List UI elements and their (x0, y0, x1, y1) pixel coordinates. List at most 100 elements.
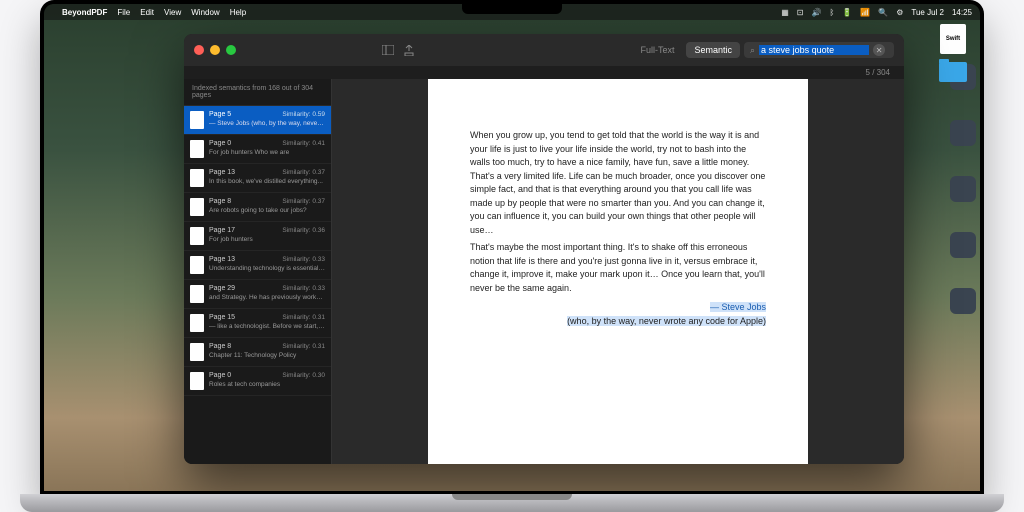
result-snippet: Roles at tech companies (209, 381, 325, 388)
result-snippet: In this book, we've distilled everything… (209, 178, 325, 185)
result-page: Page 0 (209, 372, 231, 379)
page-thumbnail-icon (190, 256, 204, 274)
result-page: Page 13 (209, 169, 235, 176)
result-snippet: For job hunters Who we are (209, 149, 325, 156)
result-page: Page 13 (209, 256, 235, 263)
menubar-time[interactable]: 14:25 (952, 8, 972, 17)
desktop-icons: Swift (936, 24, 970, 82)
result-page: Page 29 (209, 285, 235, 292)
page-thumbnail-icon (190, 198, 204, 216)
result-similarity: Similarity: 0.37 (282, 198, 325, 205)
result-similarity: Similarity: 0.59 (282, 111, 325, 118)
search-results-sidebar: Indexed semantics from 168 out of 304 pa… (184, 79, 332, 464)
sidebar-app-icon[interactable] (950, 288, 976, 314)
result-similarity: Similarity: 0.31 (282, 343, 325, 350)
volume-icon[interactable]: 🔊 (812, 8, 822, 17)
result-snippet: For job hunters (209, 236, 325, 243)
export-icon[interactable] (404, 45, 414, 56)
document-icon: Swift (940, 24, 966, 54)
page-thumbnail-icon (190, 343, 204, 361)
menubar-date[interactable]: Tue Jul 2 (911, 8, 944, 17)
search-result[interactable]: Page 17Similarity: 0.36For job hunters (184, 222, 331, 251)
menubar-app-name[interactable]: BeyondPDF (62, 8, 107, 17)
result-similarity: Similarity: 0.30 (282, 372, 325, 379)
attribution-note: (who, by the way, never wrote any code f… (567, 316, 766, 326)
result-snippet: — Steve Jobs (who, by the way, never w..… (209, 120, 325, 127)
search-result[interactable]: Page 8 Similarity: 0.31 Chapter 11: Techno… (184, 338, 331, 367)
fulltext-mode-button[interactable]: Full-Text (632, 42, 682, 58)
search-result[interactable]: Page 0Similarity: 0.41For job hunters Wh… (184, 135, 331, 164)
result-similarity: Similarity: 0.36 (282, 227, 325, 234)
display-icon[interactable]: ⊡ (797, 8, 804, 17)
dock-right (950, 64, 976, 314)
search-result[interactable]: Page 15 Similarity: 0.31 — like a technolo… (184, 309, 331, 338)
sidebar-toggle-icon[interactable] (382, 45, 394, 56)
control-center-icon[interactable]: ⚙ (896, 8, 903, 17)
search-result[interactable]: Page 5 Similarity: 0.59 — Steve Jobs (who,… (184, 106, 331, 135)
menubar-item-window[interactable]: Window (191, 8, 219, 17)
bluetooth-icon[interactable]: ᛒ (829, 8, 834, 17)
minimize-button[interactable] (210, 45, 220, 55)
desktop: BeyondPDF File Edit View Window Help ▦ ⊡… (44, 4, 980, 491)
result-similarity: Similarity: 0.37 (282, 169, 325, 176)
result-similarity: Similarity: 0.41 (282, 140, 325, 147)
laptop-frame: BeyondPDF File Edit View Window Help ▦ ⊡… (40, 0, 984, 512)
result-snippet: Understanding technology is essential i.… (209, 265, 325, 272)
sidebar-app-icon[interactable] (950, 176, 976, 202)
search-spotlight-icon[interactable]: 🔍 (878, 8, 888, 17)
results-list: Page 5 Similarity: 0.59 — Steve Jobs (who,… (184, 106, 331, 464)
zoom-button[interactable] (226, 45, 236, 55)
page-thumbnail-icon (190, 372, 204, 390)
page-thumbnail-icon (190, 227, 204, 245)
sidebar-app-icon[interactable] (950, 232, 976, 258)
search-result[interactable]: Page 0 Similarity: 0.30 Roles at tech comp… (184, 367, 331, 396)
search-result[interactable]: Page 8 Similarity: 0.37 Are robots going t… (184, 193, 331, 222)
page-thumbnail-icon (190, 111, 204, 129)
result-snippet: Are robots going to take our jobs? (209, 207, 325, 214)
search-field[interactable]: ⌕ ✕ (744, 42, 894, 58)
laptop-base (20, 494, 1004, 512)
result-page: Page 15 (209, 314, 235, 321)
clear-search-icon[interactable]: ✕ (873, 44, 885, 56)
search-result[interactable]: Page 13Similarity: 0.33Understanding tec… (184, 251, 331, 280)
attribution: — Steve Jobs (who, by the way, never wro… (470, 301, 766, 328)
body-paragraph: When you grow up, you tend to get told t… (470, 129, 766, 237)
desktop-folder[interactable] (936, 62, 970, 82)
result-similarity: Similarity: 0.33 (282, 285, 325, 292)
result-page: Page 5 (209, 111, 231, 118)
search-input[interactable] (759, 45, 869, 55)
close-button[interactable] (194, 45, 204, 55)
document-viewer[interactable]: When you grow up, you tend to get told t… (332, 79, 904, 464)
page-thumbnail-icon (190, 285, 204, 303)
sidebar-app-icon[interactable] (950, 120, 976, 146)
app-window: Full-Text Semantic ⌕ ✕ 5 / 304 Indexed s… (184, 34, 904, 464)
screen-bezel: BeyondPDF File Edit View Window Help ▦ ⊡… (40, 0, 984, 495)
menubar-item-help[interactable]: Help (230, 8, 246, 17)
menubar-item-file[interactable]: File (117, 8, 130, 17)
window-titlebar[interactable]: Full-Text Semantic ⌕ ✕ (184, 34, 904, 66)
sidebar-header: Indexed semantics from 168 out of 304 pa… (184, 79, 331, 106)
status-icon[interactable]: ▦ (781, 8, 789, 17)
desktop-file[interactable]: Swift (936, 24, 970, 54)
menubar-item-edit[interactable]: Edit (140, 8, 154, 17)
result-page: Page 8 (209, 343, 231, 350)
pdf-page: When you grow up, you tend to get told t… (428, 79, 808, 464)
page-thumbnail-icon (190, 314, 204, 332)
battery-icon[interactable]: 🔋 (842, 8, 852, 17)
folder-icon (939, 62, 967, 82)
attribution-name: — Steve Jobs (710, 302, 766, 312)
search-result[interactable]: Page 13 Similarity: 0.37 In this book, we'… (184, 164, 331, 193)
semantic-mode-button[interactable]: Semantic (686, 42, 740, 58)
search-icon: ⌕ (750, 45, 755, 56)
result-snippet: Chapter 11: Technology Policy (209, 352, 325, 359)
result-snippet: and Strategy. He has previously worked..… (209, 294, 325, 301)
wifi-icon[interactable]: 📶 (860, 8, 870, 17)
search-result[interactable]: Page 29 Similarity: 0.33 and Strategy. He … (184, 280, 331, 309)
result-similarity: Similarity: 0.31 (282, 314, 325, 321)
page-thumbnail-icon (190, 140, 204, 158)
page-thumbnail-icon (190, 169, 204, 187)
menubar-item-view[interactable]: View (164, 8, 181, 17)
page-indicator: 5 / 304 (866, 68, 890, 77)
result-page: Page 8 (209, 198, 231, 205)
result-snippet: — like a technologist. Before we start, … (209, 323, 325, 330)
